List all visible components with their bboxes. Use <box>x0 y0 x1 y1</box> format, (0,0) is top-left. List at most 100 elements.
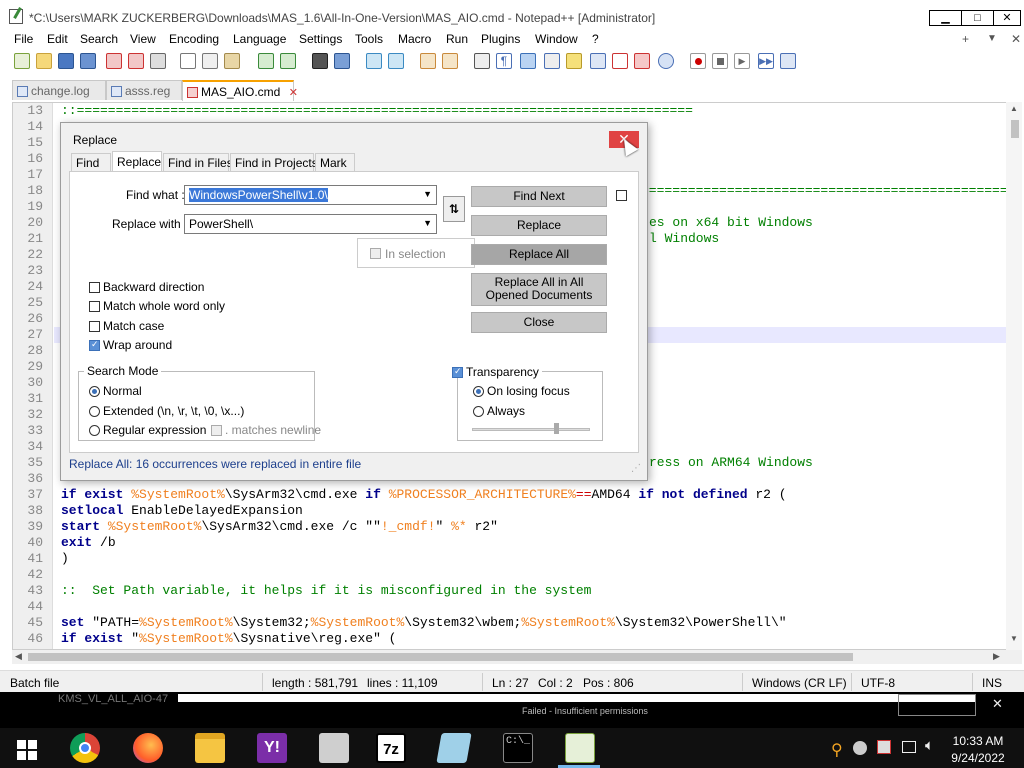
notepad-plus-plus-taskbar-icon[interactable] <box>565 733 595 763</box>
vertical-scrollbar[interactable] <box>1006 102 1022 650</box>
find-icon[interactable] <box>312 53 328 69</box>
match-case-checkbox[interactable] <box>89 321 100 332</box>
show-all-characters-icon[interactable]: ¶ <box>496 53 512 69</box>
close-all-icon[interactable] <box>128 53 144 69</box>
tab-asss-reg[interactable]: asss.reg <box>106 80 182 100</box>
replace-all-in-opened-documents-button[interactable]: Replace All in All Opened Documents <box>471 273 607 306</box>
menu-settings[interactable]: Settings <box>299 32 342 48</box>
matches-newline-checkbox[interactable] <box>211 425 222 436</box>
replace-icon[interactable] <box>334 53 350 69</box>
close-window-button[interactable]: ✕ <box>993 10 1021 26</box>
open-file-icon[interactable] <box>36 53 52 69</box>
save-all-icon[interactable] <box>80 53 96 69</box>
scroll-up-arrow-icon[interactable]: ▲ <box>1010 104 1018 113</box>
in-selection-checkbox[interactable] <box>370 248 381 259</box>
firefox-icon[interactable] <box>133 733 163 763</box>
normal-radio[interactable] <box>89 386 100 397</box>
stop-recording-icon[interactable] <box>712 53 728 69</box>
tab-mark[interactable]: Mark <box>315 153 355 171</box>
maximize-button[interactable]: □ <box>961 10 994 26</box>
transparency-slider-handle[interactable] <box>554 423 559 434</box>
menu-edit[interactable]: Edit <box>47 32 68 48</box>
yahoo-messenger-icon[interactable]: Y! <box>257 733 287 763</box>
menu-file[interactable]: File <box>14 32 33 48</box>
copy-icon[interactable] <box>202 53 218 69</box>
match-whole-word-checkbox[interactable] <box>89 301 100 312</box>
extended-radio[interactable] <box>89 406 100 417</box>
function-list-icon[interactable] <box>590 53 606 69</box>
menu-tools[interactable]: Tools <box>355 32 383 48</box>
menu-run[interactable]: Run <box>446 32 468 48</box>
sync-horizontal-icon[interactable] <box>442 53 458 69</box>
tab-mas-aio-cmd[interactable]: MAS_AIO.cmd ✕ <box>182 80 298 101</box>
run-macro-multiple-icon[interactable]: ▶▶ <box>758 53 774 69</box>
redo-icon[interactable] <box>280 53 296 69</box>
tab-change-log[interactable]: change.log <box>12 80 106 100</box>
tab-list-dropdown-icon[interactable]: ▼ <box>987 32 997 48</box>
tray-flag-icon[interactable] <box>877 740 891 754</box>
zoom-out-icon[interactable] <box>388 53 404 69</box>
print-icon[interactable] <box>150 53 166 69</box>
close-document-icon[interactable]: ✕ <box>1011 32 1021 48</box>
scroll-left-arrow-icon[interactable]: ◀ <box>15 651 22 662</box>
tab-close-icon[interactable]: ✕ <box>289 87 298 99</box>
file-explorer-icon[interactable] <box>195 733 225 763</box>
backward-direction-checkbox[interactable] <box>89 282 100 293</box>
paste-icon[interactable] <box>224 53 240 69</box>
find-what-field[interactable]: WindowsPowerShell\v1.0\ ▼ <box>184 185 437 205</box>
chrome-icon[interactable] <box>70 733 100 763</box>
scroll-right-arrow-icon[interactable]: ▶ <box>993 651 1000 662</box>
menu-macro[interactable]: Macro <box>398 32 431 48</box>
tab-find-in-files[interactable]: Find in Files <box>163 153 233 171</box>
save-macro-icon[interactable] <box>780 53 796 69</box>
record-macro-icon[interactable] <box>690 53 706 69</box>
minimize-button[interactable]: ▁ <box>929 10 962 26</box>
close-button[interactable]: Close <box>471 312 607 333</box>
replace-all-button[interactable]: Replace All <box>471 244 607 265</box>
horizontal-scroll-thumb[interactable] <box>28 653 853 661</box>
transparency-slider-track[interactable] <box>472 428 590 431</box>
menu-encoding[interactable]: Encoding <box>169 32 219 48</box>
tab-find[interactable]: Find <box>71 153 111 171</box>
transparency-checkbox[interactable] <box>452 366 463 378</box>
chevron-down-icon[interactable]: ▼ <box>423 218 432 228</box>
tray-status-icon[interactable] <box>853 741 867 755</box>
clock-time[interactable]: 10:33 AM <box>950 734 1006 748</box>
volume-icon[interactable]: 🔈︎ <box>925 737 934 754</box>
7zip-icon[interactable]: 7z <box>376 733 406 763</box>
swap-find-replace-button[interactable]: ⇅ <box>443 196 465 222</box>
menu-window[interactable]: Window <box>535 32 578 48</box>
resize-grip-icon[interactable]: ⋰ <box>631 463 641 474</box>
user-defined-language-icon[interactable] <box>544 53 560 69</box>
cut-icon[interactable] <box>180 53 196 69</box>
wrap-around-checkbox[interactable] <box>89 339 100 351</box>
view-icon[interactable] <box>658 53 674 69</box>
sync-vertical-icon[interactable] <box>420 53 436 69</box>
scroll-down-arrow-icon[interactable]: ▼ <box>1010 634 1018 643</box>
monitoring-icon[interactable] <box>634 53 650 69</box>
vertical-scroll-thumb[interactable] <box>1011 120 1019 138</box>
search-tray-icon[interactable]: ⚲ <box>831 740 843 760</box>
close-icon[interactable] <box>106 53 122 69</box>
find-next-button[interactable]: Find Next <box>471 186 607 207</box>
indent-guide-icon[interactable] <box>520 53 536 69</box>
on-losing-focus-radio[interactable] <box>473 386 484 397</box>
windows-start-icon[interactable] <box>17 740 37 760</box>
replace-with-field[interactable]: PowerShell\ ▼ <box>184 214 437 234</box>
menu-plugins[interactable]: Plugins <box>481 32 520 48</box>
zoom-in-icon[interactable] <box>366 53 382 69</box>
new-file-icon[interactable] <box>14 53 30 69</box>
regular-expression-radio[interactable] <box>89 425 100 436</box>
new-tab-plus-icon[interactable]: + <box>962 32 969 48</box>
network-icon[interactable] <box>902 741 916 753</box>
tab-replace[interactable]: Replace <box>112 151 162 171</box>
playback-macro-icon[interactable]: ▶ <box>734 53 750 69</box>
cat-image-icon[interactable] <box>319 733 349 763</box>
clock-date[interactable]: 9/24/2022 <box>950 751 1006 765</box>
always-radio[interactable] <box>473 406 484 417</box>
notepad-icon[interactable] <box>436 733 472 763</box>
menu-search[interactable]: Search <box>80 32 118 48</box>
folder-as-workspace-icon[interactable] <box>612 53 628 69</box>
save-icon[interactable] <box>58 53 74 69</box>
command-prompt-icon[interactable]: C:\_ <box>503 733 533 763</box>
